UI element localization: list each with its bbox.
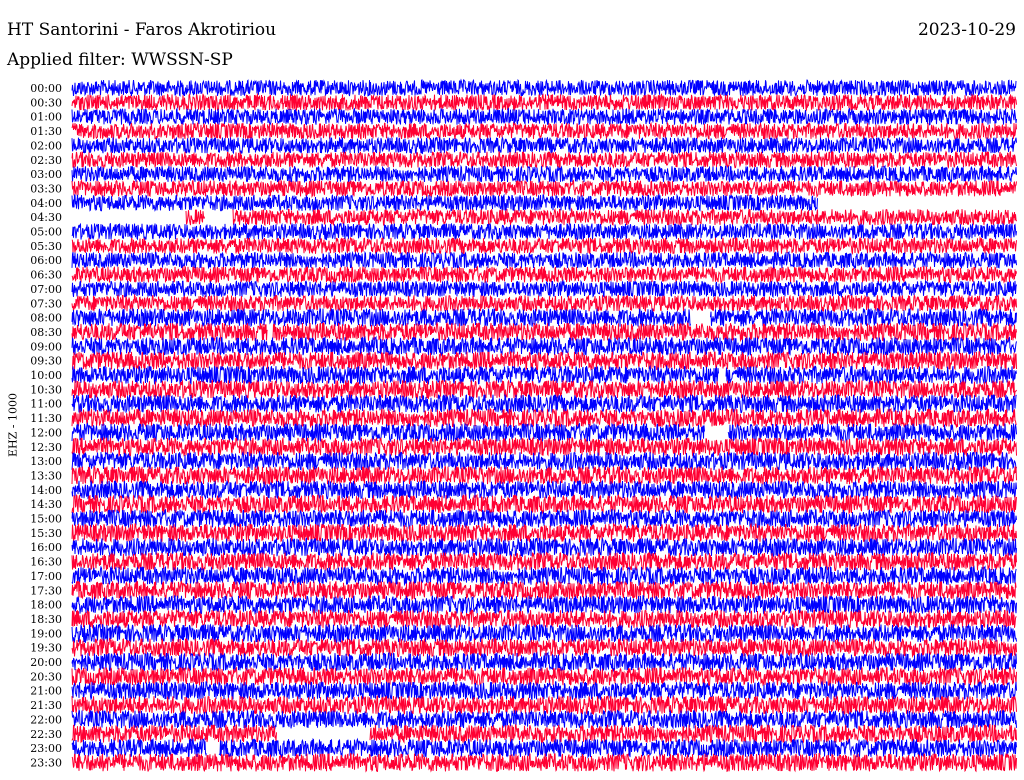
row-time-label: 18:00 [30, 599, 62, 612]
seismic-trace-row [71, 637, 1017, 659]
row-time-label: 14:30 [30, 498, 62, 511]
seismic-trace-row [71, 293, 1017, 314]
seismic-trace-row [71, 350, 1017, 371]
seismic-trace-row [71, 407, 1017, 429]
seismic-trace-row [71, 623, 1017, 644]
row-time-label: 12:30 [30, 441, 62, 454]
seismic-trace-row [71, 479, 1017, 501]
row-time-label: 22:30 [30, 728, 62, 741]
row-time-label: 07:00 [30, 283, 62, 296]
row-time-label: 06:00 [30, 254, 62, 267]
row-time-label: 01:30 [30, 125, 62, 138]
row-time-label: 11:00 [30, 398, 62, 411]
seismic-trace-row [71, 222, 1017, 242]
row-time-label: 21:00 [30, 685, 62, 698]
row-time-label: 17:30 [30, 584, 62, 597]
row-time-label: 18:30 [30, 613, 62, 626]
row-time-label: 16:00 [30, 541, 62, 554]
row-time-label: 04:00 [30, 197, 62, 210]
row-time-label: 00:00 [30, 82, 62, 95]
seismic-trace-row [71, 236, 1017, 256]
seismic-trace-row [71, 364, 1017, 386]
row-time-label: 16:30 [30, 556, 62, 569]
row-time-label: 15:30 [30, 527, 62, 540]
seismic-trace-row [71, 723, 1017, 745]
row-time-label: 09:00 [30, 340, 62, 353]
row-time-label: 14:00 [30, 484, 62, 497]
row-time-label: 01:00 [30, 111, 62, 124]
seismic-trace-row [71, 106, 1017, 127]
seismic-trace-row [71, 307, 1017, 329]
row-time-label: 11:30 [30, 412, 62, 425]
row-time-label: 03:00 [30, 168, 62, 181]
seismic-trace-row [71, 551, 1017, 572]
seismic-trace-row [71, 565, 1017, 587]
seismic-trace-row [71, 465, 1017, 486]
row-time-label: 20:00 [30, 656, 62, 669]
seismic-trace-row [71, 421, 1017, 444]
seismic-trace-row [71, 436, 1017, 458]
seismic-trace-row [185, 207, 1017, 227]
row-time-label: 23:00 [30, 742, 62, 755]
row-time-label: 05:00 [30, 226, 62, 239]
seismic-trace-row [71, 651, 1017, 673]
row-time-label: 10:30 [30, 383, 62, 396]
seismic-trace-row [71, 164, 1017, 184]
seismic-trace-row [71, 450, 1017, 472]
seismic-trace-row [71, 136, 1017, 156]
row-time-label: 06:30 [30, 269, 62, 282]
row-time-label: 07:30 [30, 297, 62, 310]
row-time-label: 00:30 [30, 96, 62, 109]
row-time-label: 19:30 [30, 642, 62, 655]
row-time-label: 22:00 [30, 713, 62, 726]
row-time-label: 02:30 [30, 154, 62, 167]
row-time-label: 08:30 [30, 326, 62, 339]
seismic-trace-row [71, 594, 1017, 615]
row-time-label: 15:00 [30, 513, 62, 526]
seismic-trace-row [71, 608, 1017, 630]
row-time-label: 19:00 [30, 627, 62, 640]
seismic-trace-row [71, 250, 1017, 270]
seismic-trace-row [71, 192, 818, 212]
seismic-trace-row [71, 279, 1017, 299]
row-time-label: 02:00 [30, 139, 62, 152]
row-time-label: 20:30 [30, 670, 62, 683]
row-time-label: 12:00 [30, 426, 62, 439]
row-time-label: 08:00 [30, 312, 62, 325]
seismic-trace-row [71, 379, 1017, 400]
row-time-label: 03:30 [30, 182, 62, 195]
row-time-label: 09:30 [30, 355, 62, 368]
seismic-trace-row [71, 178, 1017, 199]
seismic-trace-row [71, 752, 1017, 773]
seismic-trace-row [71, 579, 1017, 602]
row-time-label: 17:00 [30, 570, 62, 583]
seismic-trace-row [71, 92, 1017, 113]
row-time-label: 05:30 [30, 240, 62, 253]
seismic-trace-row [71, 264, 1017, 285]
row-time-label: 10:00 [30, 369, 62, 382]
seismic-trace-row [71, 78, 1017, 98]
row-time-label: 21:30 [30, 699, 62, 712]
row-time-label: 04:30 [30, 211, 62, 224]
seismic-trace-row [71, 666, 1017, 687]
row-time-label: 13:30 [30, 469, 62, 482]
seismic-trace-row [71, 679, 1017, 701]
seismic-trace-row [71, 150, 1017, 170]
row-time-label: 13:00 [30, 455, 62, 468]
helicorder-plot: 00:0000:30 01:0001:3002:00 02:3003:0003:30… [30, 78, 1017, 773]
seismic-trace-row [71, 121, 1017, 141]
row-time-label: 23:30 [30, 756, 62, 769]
